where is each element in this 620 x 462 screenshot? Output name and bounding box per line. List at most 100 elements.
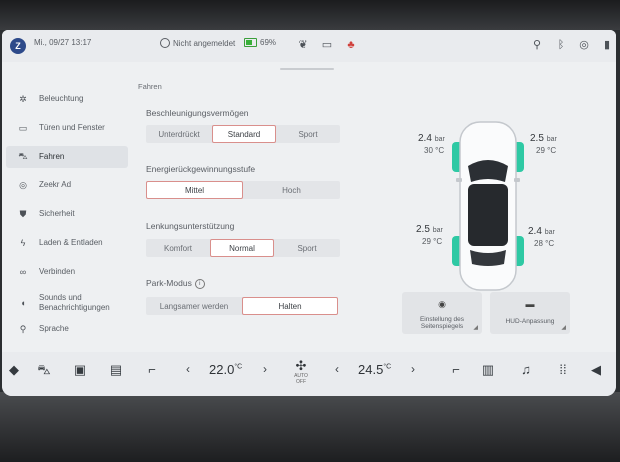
park-mode-label: Park-Modus i — [146, 278, 205, 289]
apps-grid-icon[interactable]: ⁞⁞ — [553, 360, 573, 380]
signal-icon[interactable]: ▮ — [600, 38, 614, 52]
left-temp-up-button[interactable]: › — [263, 362, 267, 376]
mirror-adjust-card[interactable]: ◉ Einstellung des Seitenspiegels ◢ — [402, 292, 482, 334]
option-komfort[interactable]: Komfort — [146, 239, 210, 257]
speaker-icon: ◖ — [20, 298, 26, 308]
sidebar-item-label: Zeekr Ad — [39, 180, 72, 189]
tire-rr-temp: 28 °C — [534, 239, 555, 248]
hotspot-icon[interactable]: ◎ — [577, 38, 591, 52]
display-icon[interactable]: ▭ — [320, 38, 334, 52]
car-top-view — [452, 121, 524, 291]
seat-heat-icon[interactable]: ▣ — [70, 360, 90, 380]
regen-selector: Mittel Hoch — [146, 181, 340, 199]
car-icon[interactable]: ⛍ — [34, 360, 54, 380]
screen-bezel-top — [0, 0, 620, 30]
alert-bell-icon[interactable]: ♣ — [344, 38, 358, 52]
tire-rl-temp: 29 °C — [422, 237, 443, 246]
left-temperature-value: 22.0 — [209, 362, 235, 377]
seat-right-icon[interactable]: ⌐ — [446, 360, 466, 380]
option-langsamer-werden[interactable]: Langsamer werden — [146, 297, 242, 315]
tire-rr-unit: bar — [544, 229, 555, 236]
option-sport-steering[interactable]: Sport — [274, 239, 340, 257]
sidebar-item-fahren[interactable]: ⛍ Fahren — [6, 146, 128, 168]
bluetooth-icon[interactable]: ᛒ — [554, 38, 568, 52]
hud-adjust-card[interactable]: ▬ HUD-Anpassung ◢ — [490, 292, 570, 334]
leaf-icon[interactable]: ❦ — [296, 38, 310, 52]
tire-fr-unit: bar — [546, 136, 557, 143]
regen-label: Energierückgewinnungsstufe — [146, 164, 256, 174]
right-temp-up-button[interactable]: › — [411, 362, 415, 376]
sidebar-item-label: Sicherheit — [39, 209, 75, 218]
battery-icon — [244, 38, 257, 47]
music-icon[interactable]: ♫ — [516, 360, 536, 380]
sidebar-item-label: Sounds und Benachrichtigungen — [39, 293, 110, 312]
steering-label: Lenkungsunterstützung — [146, 221, 235, 231]
display-screen: Z Mi., 09/27 13:17 Nicht angemeldet 69% … — [2, 30, 616, 396]
option-mittel[interactable]: Mittel — [146, 181, 243, 199]
sidebar-item-sounds-und[interactable]: ◖ Sounds und Benachrichtigungen — [6, 290, 128, 316]
location-icon[interactable]: ⚲ — [530, 38, 544, 52]
front-defrost-icon[interactable]: ▥ — [478, 360, 498, 380]
park-mode-label-text: Park-Modus — [146, 278, 192, 288]
link-icon: ∞ — [19, 267, 27, 277]
sidebar-item-sicherheit[interactable]: ⛊ Sicherheit — [6, 203, 128, 225]
microphone-icon: ⚲ — [19, 323, 27, 334]
mirror-adjust-line1: Einstellung des — [419, 316, 465, 323]
left-temp-down-button[interactable]: ‹ — [186, 362, 190, 376]
left-temperature: 22.0°C — [209, 362, 242, 377]
tire-rl-unit: bar — [432, 227, 443, 234]
right-temperature: 24.5°C — [358, 362, 391, 377]
tire-rear-left: 2.5 bar 29 °C — [416, 224, 443, 247]
sun-icon: ✲ — [19, 93, 27, 104]
option-sport-acceleration[interactable]: Sport — [276, 125, 340, 143]
option-standard[interactable]: Standard — [212, 125, 276, 143]
expand-corner-icon: ◢ — [561, 325, 566, 331]
camera-icon: ◉ — [438, 299, 446, 309]
hud-adjust-label: HUD-Anpassung — [505, 318, 555, 325]
mirror-adjust-label: Einstellung des Seitenspiegels — [402, 316, 482, 330]
car-windshield — [468, 160, 508, 182]
bottom-dock: ◆ ⛍ ▣ ▤ ⌐ ‹ 22.0°C › ✣ AUTO OFF ‹ 24.5°C… — [2, 352, 616, 396]
volume-icon[interactable]: ◀ — [586, 360, 606, 380]
fan-button[interactable]: ✣ AUTO OFF — [290, 359, 312, 386]
right-temp-down-button[interactable]: ‹ — [335, 362, 339, 376]
tire-rl-pressure: 2.5 — [416, 224, 430, 235]
option-halten[interactable]: Halten — [242, 297, 338, 315]
sidebar-item-beleuchtung[interactable]: ✲ Beleuchtung — [6, 88, 128, 110]
sidebar-item-türen-und-fenster[interactable]: ▭ Türen und Fenster — [6, 117, 128, 139]
tire-fl-pressure: 2.4 — [418, 133, 432, 144]
mirror-right — [514, 178, 520, 182]
option-unterdrueckt[interactable]: Unterdrückt — [146, 125, 212, 143]
option-normal[interactable]: Normal — [210, 239, 274, 257]
sidebar-item-label: Laden & Entladen — [39, 238, 103, 247]
brand-logo-icon[interactable]: Z — [10, 38, 26, 54]
drag-handle[interactable] — [280, 68, 334, 70]
sidebar-item-label: Beleuchtung — [39, 94, 84, 103]
tire-front-right: 2.5 bar 29 °C — [530, 133, 557, 156]
expand-corner-icon: ◢ — [473, 325, 478, 331]
left-temperature-unit: °C — [234, 363, 243, 371]
info-icon[interactable]: i — [194, 278, 205, 289]
sidebar-item-zeekr-ad[interactable]: ◎ Zeekr Ad — [6, 174, 128, 196]
tire-front-left: 2.4 bar 30 °C — [418, 133, 445, 156]
sidebar-item-sprache[interactable]: ⚲ Sprache — [6, 318, 128, 340]
mirror-adjust-line2: Seitenspiegels — [420, 323, 464, 330]
tire-rear-right: 2.4 bar 28 °C — [528, 226, 555, 249]
seat-icon[interactable]: ⌐ — [142, 360, 162, 380]
user-status[interactable]: Nicht angemeldet — [160, 38, 235, 48]
tire-fl-unit: bar — [434, 136, 445, 143]
sidebar-item-laden-entladen[interactable]: ϟ Laden & Entladen — [6, 232, 128, 254]
rear-defrost-icon[interactable]: ▤ — [106, 360, 126, 380]
hud-icon: ▬ — [525, 299, 535, 309]
tire-fr-temp: 29 °C — [536, 146, 557, 155]
car-roof — [468, 184, 508, 246]
sidebar-item-label: Sprache — [39, 324, 69, 333]
user-label: Nicht angemeldet — [173, 38, 236, 48]
battery-label: 69% — [260, 38, 277, 47]
sidebar-item-verbinden[interactable]: ∞ Verbinden — [6, 261, 128, 283]
fan-off-label: OFF — [296, 379, 306, 385]
shield-icon: ⛊ — [19, 208, 27, 219]
home-icon[interactable]: ◆ — [4, 360, 24, 380]
status-bar: Z Mi., 09/27 13:17 Nicht angemeldet 69% … — [2, 30, 616, 62]
option-hoch[interactable]: Hoch — [243, 181, 340, 199]
